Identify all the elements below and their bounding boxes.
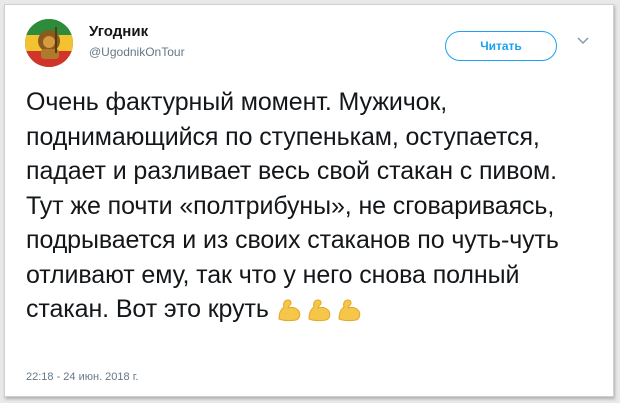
tweet-card: Угодник @UgodnikOnTour Читать Очень факт… [4,4,614,397]
flexed-biceps-icon [278,299,300,322]
follow-button[interactable]: Читать [445,31,557,61]
chevron-down-icon[interactable] [575,33,591,49]
flexed-biceps-icon [308,299,330,322]
lion-avatar-icon [25,19,73,67]
avatar[interactable] [25,19,73,67]
tweet-text: Очень фактурный момент. Мужичок, поднима… [26,88,559,323]
tweet-header: Угодник @UgodnikOnTour Читать [25,19,593,79]
emoji-group [275,297,365,333]
author-handle[interactable]: @UgodnikOnTour [89,45,185,59]
tweet-body: Очень фактурный момент. Мужичок, поднима… [26,85,601,333]
tweet-timestamp[interactable]: 22:18 - 24 июн. 2018 г. [26,371,138,383]
flexed-biceps-icon [338,299,360,322]
author-name[interactable]: Угодник [89,23,148,40]
